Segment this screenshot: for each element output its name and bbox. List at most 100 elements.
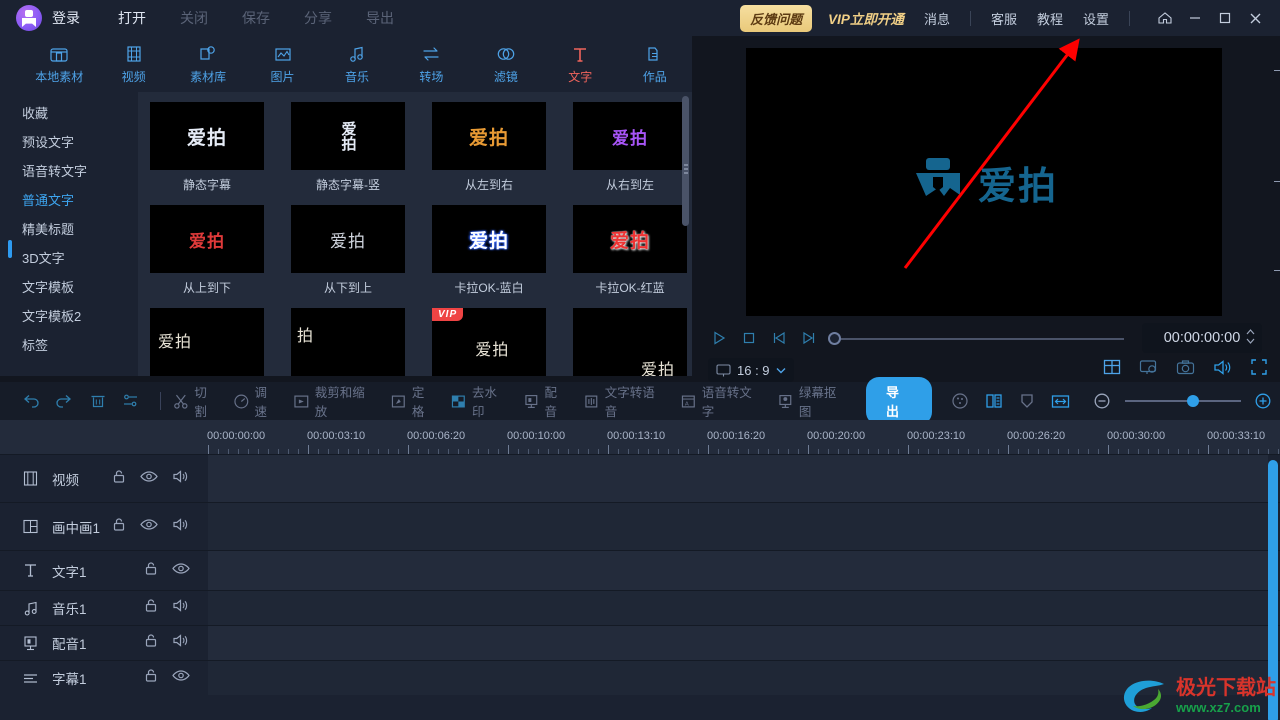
lock-icon[interactable] <box>112 469 126 489</box>
menu-item-open[interactable]: 打开 <box>118 8 146 28</box>
menu-item-share[interactable]: 分享 <box>304 8 332 28</box>
eye-icon[interactable] <box>172 562 190 580</box>
category-speech-to-text[interactable]: 语音转文字 <box>0 156 138 185</box>
tab-projects[interactable]: 作品 <box>618 36 692 92</box>
tab-filter[interactable]: 滤镜 <box>469 36 543 92</box>
tool-speed[interactable]: 调速 <box>233 382 279 420</box>
preset-thumbnail[interactable]: 爱拍 <box>573 308 687 376</box>
settings-sliders-icon[interactable] <box>114 382 147 420</box>
tool-green-screen[interactable]: 绿幕抠图 <box>777 382 848 420</box>
volume-icon[interactable] <box>172 469 190 489</box>
tool-speech-to-text[interactable]: A 语音转文字 <box>680 382 763 420</box>
eye-icon[interactable] <box>140 470 158 488</box>
preset-thumbnail[interactable]: VIP 爱拍 <box>432 308 546 376</box>
menu-item-settings[interactable]: 设置 <box>1083 9 1109 28</box>
split-view-icon[interactable] <box>1103 358 1121 376</box>
tool-freeze-frame[interactable]: 定格 <box>390 382 436 420</box>
preset-item[interactable]: 爱拍 卡拉OK-红蓝 <box>573 205 692 296</box>
category-normal-text[interactable]: 普通文字 <box>0 185 138 214</box>
timecode-stepper[interactable] <box>1246 329 1255 344</box>
preset-thumbnail[interactable]: 爱拍 <box>573 205 687 273</box>
preset-item[interactable]: 爱拍 从上到下 <box>150 205 278 296</box>
vip-activate-link[interactable]: VIP立即开通 <box>828 8 904 28</box>
current-timecode[interactable]: 00:00:00:00 <box>1142 323 1262 353</box>
track-header[interactable]: 视频 <box>0 455 208 502</box>
eye-icon[interactable] <box>172 669 190 687</box>
timeline-zoom-handle[interactable] <box>1186 395 1199 407</box>
maximize-icon[interactable] <box>1210 0 1240 36</box>
category-3d-text[interactable]: 3D文字 <box>0 243 138 272</box>
menu-item-tutorial[interactable]: 教程 <box>1037 9 1063 28</box>
login-button[interactable]: 登录 <box>52 8 80 28</box>
redo-icon[interactable] <box>47 382 80 420</box>
category-text-template-2[interactable]: 文字模板2 <box>0 301 138 330</box>
feedback-button[interactable]: 反馈问题 <box>740 4 813 32</box>
minimize-icon[interactable] <box>1180 0 1210 36</box>
play-icon[interactable] <box>704 324 734 352</box>
prev-frame-icon[interactable] <box>764 324 794 352</box>
display-settings-icon[interactable] <box>1139 359 1158 376</box>
category-preset-text[interactable]: 预设文字 <box>0 127 138 156</box>
category-text-template[interactable]: 文字模板 <box>0 272 138 301</box>
tab-music[interactable]: 音乐 <box>320 36 394 92</box>
preset-thumbnail[interactable]: 爱拍 <box>291 205 405 273</box>
track-header[interactable]: 字幕1 <box>0 661 208 695</box>
volume-icon[interactable] <box>172 633 190 653</box>
video-preview-stage[interactable]: 爱拍 <box>746 48 1222 316</box>
preset-item[interactable]: 爱拍 从左到右 <box>432 102 560 193</box>
preset-thumbnail[interactable]: 爱拍 <box>150 205 264 273</box>
volume-icon[interactable] <box>1213 359 1232 376</box>
playback-progress-bar[interactable] <box>834 338 1124 340</box>
preset-thumbnail[interactable]: 爱拍 <box>432 102 546 170</box>
menu-item-support[interactable]: 客服 <box>991 9 1017 28</box>
track-lane[interactable] <box>208 661 1268 695</box>
category-fancy-title[interactable]: 精美标题 <box>0 214 138 243</box>
export-button[interactable]: 导出 <box>865 377 932 425</box>
track-lane[interactable] <box>208 503 1268 550</box>
preset-item[interactable]: 爱拍 从下到上 <box>291 205 419 296</box>
track-header[interactable]: 文字1 <box>0 551 208 590</box>
track-header[interactable]: 配音1 <box>0 626 208 660</box>
undo-icon[interactable] <box>14 382 47 420</box>
next-frame-icon[interactable] <box>794 324 824 352</box>
menu-item-export[interactable]: 导出 <box>366 8 394 28</box>
stop-icon[interactable] <box>734 324 764 352</box>
home-icon[interactable] <box>1150 0 1180 36</box>
tab-transition[interactable]: 转场 <box>394 36 468 92</box>
tab-image[interactable]: 图片 <box>245 36 319 92</box>
preset-thumbnail[interactable]: 爱拍 <box>432 205 546 273</box>
snapshot-icon[interactable] <box>1176 359 1195 376</box>
preset-thumbnail[interactable]: 爱拍 <box>150 308 264 376</box>
delete-icon[interactable] <box>81 382 114 420</box>
mask-icon[interactable] <box>1010 382 1043 420</box>
preset-item[interactable]: 爱拍 匀速向下 <box>573 308 692 376</box>
aspect-ratio-selector[interactable]: 16 : 9 <box>708 358 794 382</box>
tool-crop-scale[interactable]: 裁剪和缩放 <box>293 382 376 420</box>
preset-thumbnail[interactable]: 爱拍 <box>291 102 405 170</box>
volume-icon[interactable] <box>172 598 190 618</box>
tab-media-library[interactable]: 素材库 <box>171 36 245 92</box>
lock-icon[interactable] <box>144 668 158 688</box>
close-icon[interactable] <box>1240 0 1270 36</box>
zoom-in-icon[interactable] <box>1247 382 1280 420</box>
menu-item-close[interactable]: 关闭 <box>180 8 208 28</box>
preset-thumbnail[interactable]: 爱拍 <box>573 102 687 170</box>
user-avatar-icon[interactable] <box>16 5 42 31</box>
tab-video[interactable]: 视频 <box>96 36 170 92</box>
track-lane[interactable] <box>208 551 1268 590</box>
tab-local-media[interactable]: 本地素材 <box>22 36 96 92</box>
preset-item[interactable]: VIP 爱拍 匀速向上 <box>432 308 560 376</box>
color-palette-icon[interactable] <box>944 382 977 420</box>
menu-item-messages[interactable]: 消息 <box>924 9 950 28</box>
preset-item[interactable]: 爱拍 卡拉OK-蓝白 <box>432 205 560 296</box>
preset-item[interactable]: 爱拍 静态字幕-竖 <box>291 102 419 193</box>
category-label[interactable]: 标签 <box>0 330 138 359</box>
track-lane[interactable] <box>208 455 1268 502</box>
track-header[interactable]: 画中画1 <box>0 503 208 550</box>
lock-icon[interactable] <box>144 633 158 653</box>
split-screen-icon[interactable] <box>977 382 1010 420</box>
track-header[interactable]: 音乐1 <box>0 591 208 625</box>
timeline-zoom-slider[interactable] <box>1124 395 1241 407</box>
preset-thumbnail[interactable]: 爱拍 <box>150 102 264 170</box>
tab-text[interactable]: 文字 <box>543 36 617 92</box>
